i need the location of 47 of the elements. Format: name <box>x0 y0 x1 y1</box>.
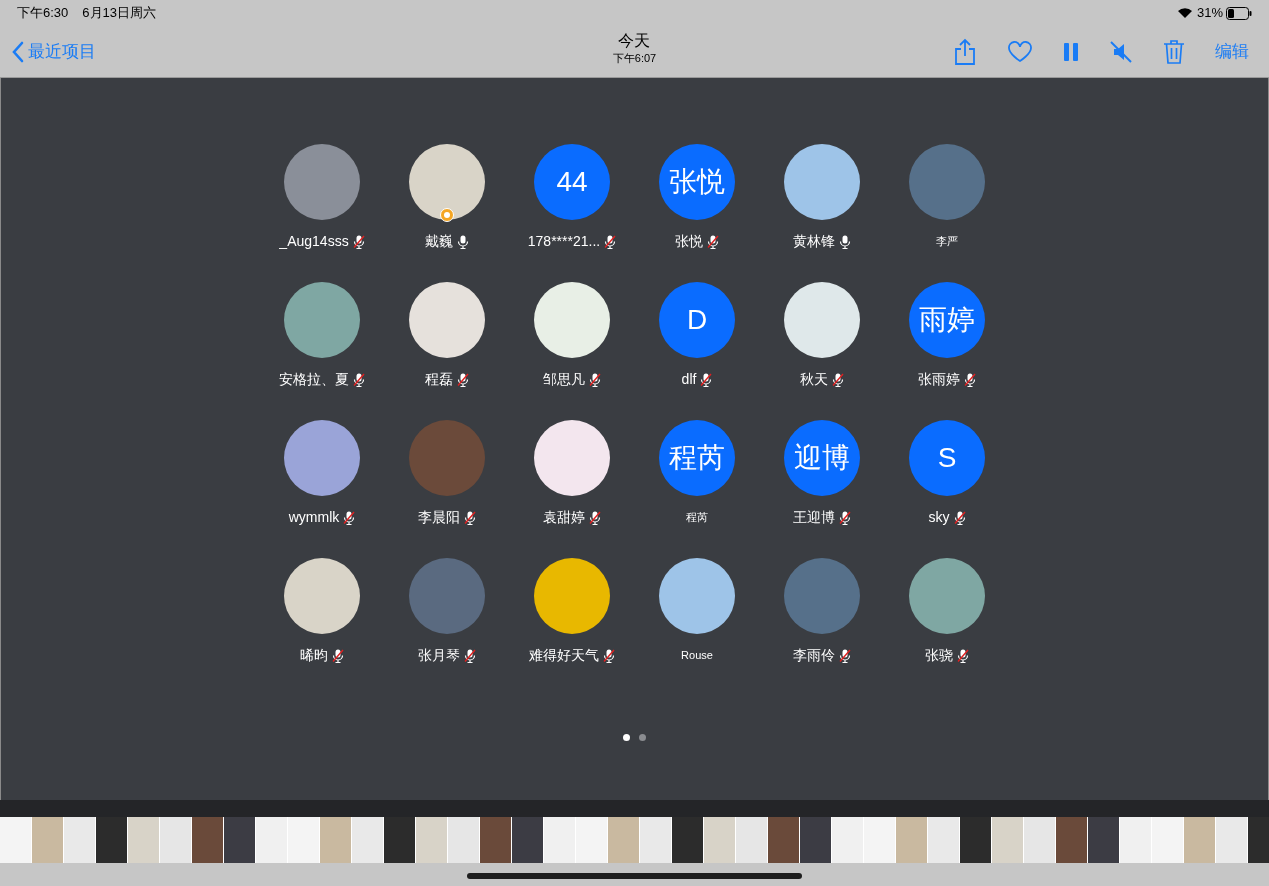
wifi-icon <box>1176 7 1193 19</box>
participant-name: 李雨伶 <box>793 646 835 665</box>
pause-icon[interactable] <box>1063 41 1079 62</box>
participant-name: 178****21... <box>527 232 601 251</box>
battery-percent: 31% <box>1196 4 1223 23</box>
participant-name: 张骁 <box>925 646 953 665</box>
participant-name: 李晨阳 <box>418 508 460 527</box>
participant-name: 李严 <box>936 234 958 250</box>
thumbnail-strip[interactable] <box>0 817 1269 863</box>
participant-name: Rouse <box>681 648 713 664</box>
initials-avatar: 张悦 <box>659 144 735 220</box>
nav-subtitle: 下午6:07 <box>612 51 657 65</box>
status-time: 下午6:30 <box>17 4 69 23</box>
participant-name: dlf <box>681 370 697 389</box>
participant-name: wymmlk <box>288 508 340 527</box>
back-button[interactable]: 最近项目 <box>12 38 96 65</box>
trash-icon[interactable] <box>1163 38 1185 65</box>
battery-icon <box>1226 6 1252 20</box>
participant-name: 程芮 <box>686 510 708 526</box>
share-icon[interactable] <box>953 37 977 66</box>
participant-name: 戴巍 <box>425 232 453 251</box>
initials-avatar: D <box>659 282 735 358</box>
participant-name: sky <box>928 508 950 527</box>
status-date: 6月13日周六 <box>82 4 156 23</box>
participant-name: 黄林锋 <box>793 232 835 251</box>
initials-avatar: 程芮 <box>659 420 735 496</box>
initials-avatar: S <box>909 420 985 496</box>
initials-avatar: 迎博 <box>784 420 860 496</box>
participant-name: 程磊 <box>425 370 453 389</box>
participant-name: 张雨婷 <box>918 370 960 389</box>
participant-name: 秋天 <box>800 370 828 389</box>
initials-avatar: 雨婷 <box>909 282 985 358</box>
heart-icon[interactable] <box>1007 40 1033 63</box>
participant-name: 王迎博 <box>793 508 835 527</box>
participant-name: 张悦 <box>675 232 703 251</box>
muted-speaker-icon[interactable] <box>1109 39 1133 64</box>
participant-name: 难得好天气 <box>529 646 599 665</box>
participant-name: _Aug14sss <box>279 232 349 251</box>
participant-name: 邹思凡 <box>543 370 585 389</box>
chevron-left-icon <box>12 40 24 63</box>
initials-avatar: 44 <box>534 144 610 220</box>
participant-name: 晞昀 <box>300 646 328 665</box>
participant-name: 张月琴 <box>418 646 460 665</box>
nav-title: 今天 <box>618 31 651 51</box>
participant-name: 安格拉、夏 <box>279 370 349 389</box>
edit-button[interactable]: 编辑 <box>1215 38 1249 65</box>
participant-name: 袁甜婷 <box>543 508 585 527</box>
